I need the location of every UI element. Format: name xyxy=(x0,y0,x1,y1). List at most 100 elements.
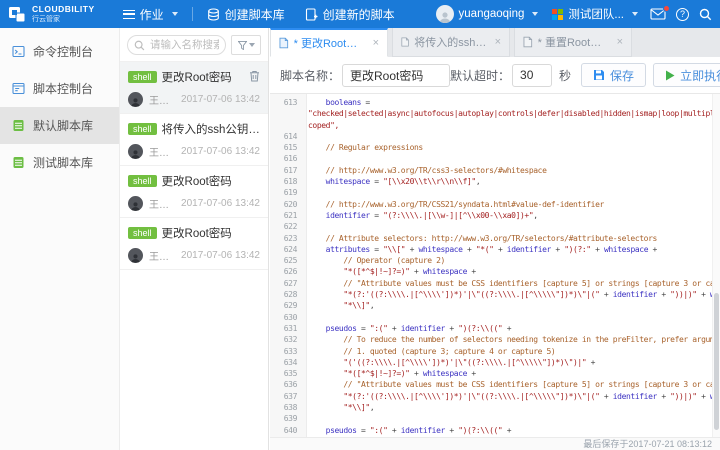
scrollbar-thumb[interactable] xyxy=(714,293,719,430)
code-line: 618 whitespace = "[\\x20\\t\\r\\n\\f]", xyxy=(270,176,712,187)
create-script-library-label: 创建脚本库 xyxy=(225,6,285,23)
script-title: 将传入的ssh公钥部署从指... xyxy=(162,121,260,137)
code-line: 629 "*\\]", xyxy=(270,300,712,311)
code-line: 621 identifier = "(?:\\\\.|[\\w-]|[^\\x0… xyxy=(270,210,712,221)
delete-script-icon[interactable] xyxy=(249,70,260,82)
tab-script-1[interactable]: * 更改Root密码 × xyxy=(270,28,388,57)
help-button[interactable]: ? xyxy=(676,8,689,21)
script-card[interactable]: shell 将传入的ssh公钥部署从指... 王小暖 2017-07-06 13… xyxy=(120,114,268,166)
script-card[interactable]: shell 更改Root密码 王小暖在... 2017-07-06 13:42 xyxy=(120,218,268,270)
script-timestamp: 2017-07-06 13:42 xyxy=(181,94,260,105)
library-icon xyxy=(12,156,25,169)
line-number: 634 xyxy=(270,357,301,368)
user-menu[interactable]: yuangaoqing xyxy=(434,0,541,28)
search-button[interactable] xyxy=(699,8,712,21)
run-now-button-label: 立即执行 xyxy=(680,67,720,84)
line-number: 633 xyxy=(270,346,301,357)
search-row xyxy=(120,28,268,62)
code-line: 637 "*(?:'((?:\\\\.|[^\\\\'])*)'|\"((?:\… xyxy=(270,391,712,402)
script-name-label: 脚本名称： xyxy=(280,67,340,84)
menu-icon xyxy=(123,10,135,19)
line-number xyxy=(270,120,301,131)
script-author: 王小暖 xyxy=(149,144,175,159)
line-number: 635 xyxy=(270,368,301,379)
line-number: 639 xyxy=(270,413,301,424)
messages-button[interactable] xyxy=(650,8,666,20)
save-icon xyxy=(593,69,605,81)
line-number: 636 xyxy=(270,379,301,390)
create-script-library-button[interactable]: 创建脚本库 xyxy=(197,0,295,28)
code-line: 636 // "Attribute values must be CSS ide… xyxy=(270,379,712,390)
script-timestamp: 2017-07-06 13:42 xyxy=(181,146,260,157)
nav-divider xyxy=(192,7,193,21)
code-line: "checked|selected|async|autofocus|autopl… xyxy=(270,108,712,119)
line-number: 628 xyxy=(270,289,301,300)
code-line: 614 xyxy=(270,131,712,142)
code-line: 630 xyxy=(270,312,712,323)
file-icon xyxy=(401,36,409,48)
script-card[interactable]: shell 更改Root密码 王小暖 2017-07-06 13:42 xyxy=(120,62,268,114)
script-name-input[interactable] xyxy=(342,64,450,87)
sidebar-item-test-library[interactable]: 测试脚本库 xyxy=(0,144,119,181)
brand-logo[interactable]: CLOUDBILITY 行云管家 xyxy=(8,5,95,24)
sidebar-item-command-console[interactable]: 命令控制台 xyxy=(0,33,119,70)
line-number xyxy=(270,108,301,119)
line-number: 632 xyxy=(270,334,301,345)
code-editor[interactable]: 613 booleans ="checked|selected|async|au… xyxy=(270,94,720,437)
line-number: 616 xyxy=(270,153,301,164)
close-icon[interactable]: × xyxy=(495,37,501,48)
line-number: 629 xyxy=(270,300,301,311)
code-line: 626 "*([*^$|!~]?=)" + whitespace + xyxy=(270,266,712,277)
app-window: CLOUDBILITY 行云管家 作业 创建脚本库 创建新的脚本 xyxy=(0,0,720,450)
line-number: 618 xyxy=(270,176,301,187)
left-sidebar: 命令控制台 脚本控制台 默认脚本库 测试脚本库 xyxy=(0,28,120,450)
tab-script-2[interactable]: 将传入的ssh公钥.. × xyxy=(392,28,510,57)
save-button[interactable]: 保存 xyxy=(581,63,646,87)
sidebar-item-script-console[interactable]: 脚本控制台 xyxy=(0,70,119,107)
sidebar-item-label: 测试脚本库 xyxy=(33,154,93,171)
create-new-script-button[interactable]: 创建新的脚本 xyxy=(295,0,405,28)
editor-scrollbar[interactable] xyxy=(712,94,720,437)
chevron-down-icon xyxy=(632,12,638,16)
timeout-label: 默认超时： xyxy=(450,67,510,84)
brand-subtitle: 行云管家 xyxy=(32,16,95,23)
code-line: 640 pseudos = ":(" + identifier + ")(?:\… xyxy=(270,425,712,436)
code-line: 622 xyxy=(270,221,712,232)
filter-button[interactable] xyxy=(231,35,261,55)
script-title: 更改Root密码 xyxy=(162,225,232,241)
line-number: 638 xyxy=(270,402,301,413)
new-document-icon xyxy=(305,8,318,21)
chevron-down-icon xyxy=(532,12,538,16)
chevron-down-icon xyxy=(249,43,255,47)
close-icon[interactable]: × xyxy=(617,37,623,48)
line-number: 631 xyxy=(270,323,301,334)
tab-script-3[interactable]: * 重置Root密码 × xyxy=(514,28,632,57)
nav-menu-jobs[interactable]: 作业 xyxy=(113,0,188,28)
file-icon xyxy=(279,37,289,49)
code-line: 615 // Regular expressions xyxy=(270,142,712,153)
sidebar-item-default-library[interactable]: 默认脚本库 xyxy=(0,107,119,144)
avatar xyxy=(128,144,143,159)
run-now-button[interactable]: 立即执行 xyxy=(653,63,720,87)
code-line: 627 // "Attribute values must be CSS ide… xyxy=(270,278,712,289)
notification-badge xyxy=(663,5,670,12)
create-new-script-label: 创建新的脚本 xyxy=(323,6,395,23)
script-card[interactable]: shell 更改Root密码 王小暖 2017-07-06 13:42 xyxy=(120,166,268,218)
team-grid-icon xyxy=(552,9,563,20)
file-icon xyxy=(523,36,533,48)
script-timestamp: 2017-07-06 13:42 xyxy=(181,198,260,209)
close-icon[interactable]: × xyxy=(373,38,379,49)
editor-tabstrip: * 更改Root密码 × 将传入的ssh公钥.. × * 重置Root密码 × xyxy=(270,28,720,57)
code-line: 635 "*([*^$|!~]?=)" + whitespace + xyxy=(270,368,712,379)
help-icon: ? xyxy=(676,8,689,21)
tab-label: * 重置Root密码 xyxy=(538,34,610,50)
code-line: 619 xyxy=(270,187,712,198)
code-line: 634 "('((?:\\\\.|[^\\\\'])*)'|\"((?:\\\\… xyxy=(270,357,712,368)
team-menu[interactable]: 测试团队... xyxy=(550,0,640,28)
funnel-icon xyxy=(238,41,247,50)
script-title: 更改Root密码 xyxy=(162,69,232,85)
tab-label: 将传入的ssh公钥.. xyxy=(414,34,487,50)
timeout-input[interactable] xyxy=(512,64,552,87)
code-line: 624 attributes = "\\[" + whitespace + "*… xyxy=(270,244,712,255)
line-number: 623 xyxy=(270,233,301,244)
